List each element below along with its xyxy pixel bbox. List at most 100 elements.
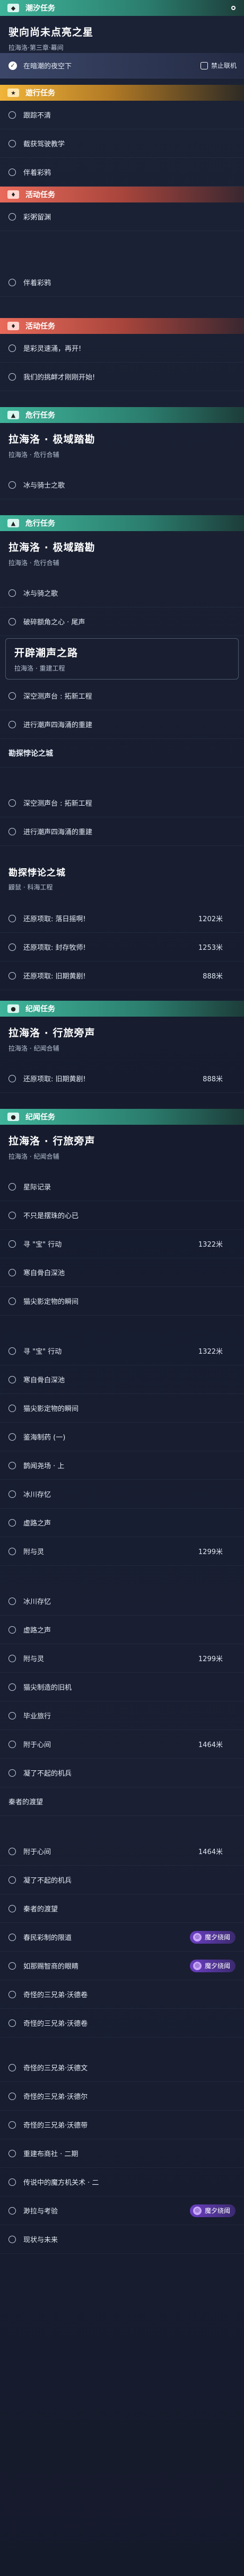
list-item[interactable]: 奇怪的三兄弟·沃德文: [0, 2053, 244, 2082]
radio-icon: [8, 1654, 16, 1662]
radio-icon: [8, 2207, 16, 2215]
active-objective[interactable]: ✓ 在暗潮的夜空下 禁止联机: [0, 53, 244, 78]
list-item[interactable]: 不只是摆珠的心已: [0, 1201, 244, 1230]
radio-icon: [8, 1211, 16, 1219]
quest-subtitle: 拉海洛 · 纪闻合辅: [8, 1153, 59, 1160]
list-item[interactable]: 附于心间 1464米: [0, 1730, 244, 1759]
list-item[interactable]: 跟踪不清: [0, 101, 244, 129]
radio-icon: [8, 1876, 16, 1884]
quest-block[interactable]: 拉海洛 · 极域踏勘 拉海洛 · 危行合辅: [0, 531, 244, 579]
main-quest-block[interactable]: 驶向尚未点亮之星 拉海洛·第三章·幕间: [0, 16, 244, 53]
list-item[interactable]: 伴着彩鸦: [0, 268, 244, 297]
radio-icon: [8, 1769, 16, 1777]
item-label: 猫尖制造的旧机: [23, 1684, 72, 1692]
radio-icon: [8, 1519, 16, 1527]
radio-icon: [8, 2235, 16, 2243]
section-header-event[interactable]: ♦ 活动任务: [0, 187, 244, 202]
list-item[interactable]: 附于心间 1464米: [0, 1837, 244, 1866]
item-label: 虚路之声: [23, 1520, 51, 1528]
radio-icon: [8, 1074, 16, 1082]
list-item[interactable]: 深空测声台 : 拓新工程: [0, 682, 244, 710]
section-header-event[interactable]: ♦ 活动任务: [0, 318, 244, 334]
list-item[interactable]: 鹊闻尧场 · 上: [0, 1451, 244, 1480]
list-item[interactable]: 猫尖影定物的瞬间: [0, 1287, 244, 1316]
list-item[interactable]: 是彩灵速涌，再开!: [0, 334, 244, 363]
quest-block[interactable]: 拉海洛 · 行旅旁声 拉海洛 · 纪闻合辅: [0, 1125, 244, 1172]
list-item[interactable]: 还原项取: 旧期黄剧! 888米: [0, 961, 244, 990]
list-item[interactable]: 寒自骨白深池: [0, 1258, 244, 1287]
list-item[interactable]: 奇怪的三兄弟·沃德带: [0, 2111, 244, 2139]
list-item[interactable]: 附与灵 1299米: [0, 1537, 244, 1566]
section-title: 活动任务: [25, 191, 55, 199]
quest-block[interactable]: 开辟潮声之路 拉海洛 · 重建工程: [5, 638, 239, 680]
list-item[interactable]: 还原项取: 封存牧师! 1253米: [0, 933, 244, 961]
section-header-parade[interactable]: ★ 遊行任务: [0, 85, 244, 101]
item-label: 冰与骑之歌: [23, 590, 58, 598]
list-item[interactable]: 还原项取: 旧期黄剧! 888米: [0, 1064, 244, 1093]
story-icon: ●: [7, 1004, 19, 1013]
list-item[interactable]: 如那赐智商的眼睛 ◎ 魔夕绕阈: [0, 1952, 244, 1980]
radio-icon: [8, 827, 16, 835]
list-item[interactable]: 冰与骑之歌: [0, 579, 244, 607]
list-item[interactable]: 猫尖影定物的瞬间: [0, 1394, 244, 1423]
list-item[interactable]: 还原项取: 落日摇啊! 1202米: [0, 904, 244, 933]
section-header-story[interactable]: ● 纪闻任务: [0, 1109, 244, 1125]
distance: 1299米: [198, 1655, 223, 1663]
list-item[interactable]: 截获驾驶教学: [0, 129, 244, 158]
item-label: 秦者的渡望: [8, 1798, 43, 1806]
section-header-tide[interactable]: ◆ 潮汐任务: [0, 0, 244, 16]
quest-block[interactable]: 拉海洛 · 行旅旁声 拉海洛 · 纪闻合辅: [0, 1017, 244, 1064]
list-item[interactable]: 寒自骨白深池: [0, 1365, 244, 1394]
list-item[interactable]: 冰川存忆: [0, 1480, 244, 1508]
item-label: 伴着彩鸦: [23, 279, 51, 287]
collapse-icon[interactable]: [231, 6, 236, 10]
list-item[interactable]: 彩粥留渊: [0, 202, 244, 231]
list-item[interactable]: 我们的挑衅才刚刚开始!: [0, 363, 244, 391]
list-item[interactable]: 奇怪的三兄弟·沃德卷: [0, 1980, 244, 2009]
list-item[interactable]: 附与灵 1299米: [0, 1644, 244, 1673]
list-item[interactable]: 奇怪的三兄弟·沃德尔: [0, 2082, 244, 2111]
list-item[interactable]: 秦者的渡望: [0, 1894, 244, 1923]
quest-title: 开辟潮声之路: [14, 647, 79, 659]
list-item[interactable]: 伴着彩鸦: [0, 158, 244, 187]
list-item[interactable]: 深空测声台 : 拓新工程: [0, 789, 244, 817]
list-item[interactable]: 传说中的魔方机关术 · 二: [0, 2168, 244, 2196]
list-item[interactable]: 鉴海制药 (一): [0, 1423, 244, 1451]
section-title: 纪闻任务: [25, 1005, 55, 1013]
list-item[interactable]: 破碎额角之心 · 尾声: [0, 607, 244, 636]
no-coop-badge: 禁止联机: [200, 61, 237, 70]
list-item[interactable]: 冰川存忆: [0, 1587, 244, 1616]
list-item[interactable]: 寻 "宝" 行动 1322米: [0, 1230, 244, 1258]
section-header-story[interactable]: ● 纪闻任务: [0, 1001, 244, 1017]
quest-block[interactable]: 勘探悖论之城 鼹鼠 · 科海工程: [0, 857, 244, 904]
radio-icon: [8, 972, 16, 980]
list-item[interactable]: 进行潮声四海涌的重建: [0, 710, 244, 739]
item-label: 跟踪不清: [23, 112, 51, 120]
list-item[interactable]: 虚路之声: [0, 1616, 244, 1644]
quest-block[interactable]: 拉海洛 · 极域踏勘 拉海洛 · 危行合辅: [0, 423, 244, 471]
list-item[interactable]: 寻 "宝" 行动 1322米: [0, 1337, 244, 1365]
radio-icon: [8, 1490, 16, 1498]
main-quest-title: 驶向尚未点亮之星: [8, 27, 94, 38]
list-item[interactable]: 虚路之声: [0, 1508, 244, 1537]
list-item[interactable]: 星际记录: [0, 1172, 244, 1201]
section-header-danger[interactable]: ▲ 危行任务: [0, 407, 244, 423]
list-item[interactable]: 进行潮声四海涌的重建: [0, 817, 244, 846]
list-item[interactable]: 猫尖制造的旧机: [0, 1673, 244, 1701]
list-item[interactable]: 渺拉与考验 ◎ 魔夕绕阈: [0, 2196, 244, 2225]
list-item[interactable]: 春民彩制的限道 ◎ 魔夕绕阈: [0, 1923, 244, 1952]
item-label: 传说中的魔方机关术 · 二: [23, 2179, 99, 2187]
list-item[interactable]: 毕业旅行: [0, 1701, 244, 1730]
radio-icon: [8, 1240, 16, 1248]
section-header-danger[interactable]: ▲ 危行任务: [0, 515, 244, 531]
list-item[interactable]: 现状与未来: [0, 2225, 244, 2254]
radio-icon: [8, 1297, 16, 1305]
quest-block-collapsed[interactable]: 勘探悖论之城: [0, 739, 244, 767]
list-item[interactable]: 冰与骑士之歌: [0, 471, 244, 499]
list-item[interactable]: 重建布商社 · 二期: [0, 2139, 244, 2168]
list-item[interactable]: 奇怪的三兄弟·沃德卷: [0, 2009, 244, 2037]
list-item[interactable]: 凝了不起的机兵: [0, 1866, 244, 1894]
list-item[interactable]: 凝了不起的机兵: [0, 1759, 244, 1787]
